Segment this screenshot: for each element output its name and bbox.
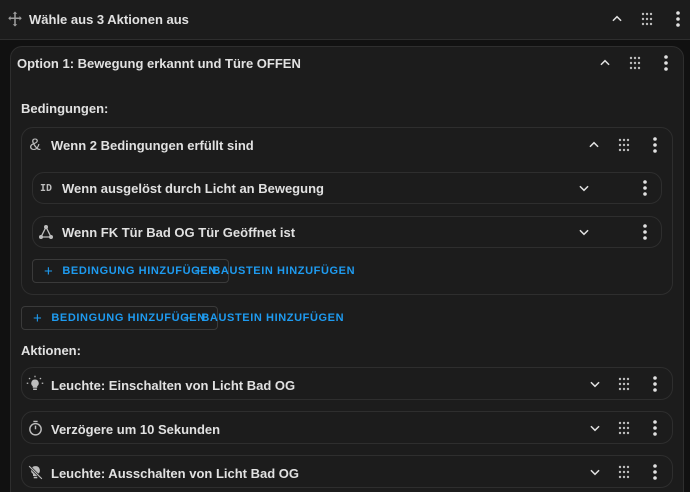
more-menu-icon[interactable] (645, 462, 665, 482)
more-menu-icon[interactable] (635, 222, 655, 242)
more-menu-icon[interactable] (656, 53, 676, 73)
plus-icon: + (194, 262, 204, 280)
more-menu-icon[interactable] (635, 178, 655, 198)
drag-handle-icon[interactable] (614, 418, 634, 438)
lightbulb-on-icon (25, 374, 45, 394)
drag-handle-icon[interactable] (614, 374, 634, 394)
actions-label: Aktionen: (21, 343, 81, 358)
expand-chevron-down-icon[interactable] (585, 462, 605, 482)
collapse-chevron-up-icon[interactable] (607, 9, 627, 29)
timer-icon (25, 418, 45, 438)
more-menu-icon[interactable] (645, 374, 665, 394)
condition-group-title: Wenn 2 Bedingungen erfüllt sind (51, 138, 254, 153)
option-title: Option 1: Bewegung erkannt und Türe OFFE… (17, 56, 301, 71)
drag-handle-icon[interactable] (614, 135, 634, 155)
more-menu-icon[interactable] (668, 9, 688, 29)
more-menu-icon[interactable] (645, 418, 665, 438)
add-block-button[interactable]: + BAUSTEIN HINZUFÜGEN (188, 259, 361, 283)
condition-item-label: Wenn FK Tür Bad OG Tür Geöffnet ist (62, 225, 296, 240)
action-item-label: Leuchte: Ausschalten von Licht Bad OG (51, 466, 299, 481)
drag-handle-icon[interactable] (637, 9, 657, 29)
drag-handle-icon[interactable] (625, 53, 645, 73)
lightbulb-off-icon (25, 462, 45, 482)
action-item-label: Leuchte: Einschalten von Licht Bad OG (51, 378, 296, 393)
id-icon: ID (39, 182, 53, 194)
expand-chevron-down-icon[interactable] (585, 418, 605, 438)
collapse-chevron-up-icon[interactable] (584, 135, 604, 155)
plus-icon: + (44, 262, 54, 280)
expand-chevron-down-icon[interactable] (574, 222, 594, 242)
expand-chevron-down-icon[interactable] (574, 178, 594, 198)
conditions-label: Bedingungen: (21, 101, 109, 116)
arrows-split-icon (5, 9, 25, 29)
more-menu-icon[interactable] (645, 135, 665, 155)
collapse-chevron-up-icon[interactable] (595, 53, 615, 73)
plus-icon: + (183, 309, 193, 327)
plus-icon: + (33, 309, 43, 327)
ampersand-icon: & (29, 135, 41, 154)
action-item-label: Verzögere um 10 Sekunden (51, 422, 221, 437)
add-block-label: BAUSTEIN HINZUFÜGEN (212, 265, 356, 277)
expand-chevron-down-icon[interactable] (585, 374, 605, 394)
add-block-label: BAUSTEIN HINZUFÜGEN (201, 312, 345, 324)
header-title: Wähle aus 3 Aktionen aus (29, 12, 189, 27)
network-icon (36, 222, 56, 242)
condition-item-label: Wenn ausgelöst durch Licht an Bewegung (62, 181, 324, 196)
add-block-button[interactable]: + BAUSTEIN HINZUFÜGEN (177, 306, 350, 330)
drag-handle-icon[interactable] (614, 462, 634, 482)
